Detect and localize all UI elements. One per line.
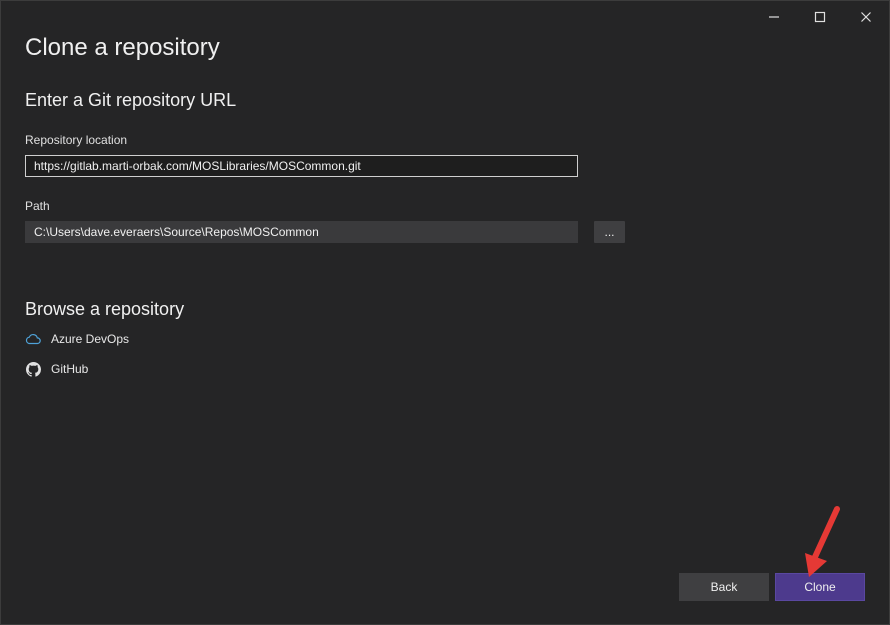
caption-buttons (751, 1, 889, 33)
provider-label: Azure DevOps (51, 332, 130, 346)
provider-github[interactable]: GitHub (25, 361, 88, 377)
minimize-button[interactable] (751, 1, 797, 33)
dialog-title: Clone a repository (25, 34, 220, 61)
back-button[interactable]: Back (679, 573, 769, 601)
github-icon (25, 361, 41, 377)
path-input[interactable] (25, 221, 578, 243)
cloud-icon (25, 331, 41, 347)
browse-section-heading: Browse a repository (25, 299, 185, 319)
provider-label: GitHub (51, 362, 89, 376)
close-button[interactable] (843, 1, 889, 33)
path-label: Path (25, 199, 50, 213)
clone-repository-dialog: Clone a repository Enter a Git repositor… (0, 0, 890, 625)
minimize-icon (769, 16, 779, 18)
provider-azure-devops[interactable]: Azure DevOps (25, 331, 129, 347)
repository-location-label: Repository location (25, 133, 128, 147)
browse-path-button[interactable]: ... (594, 221, 625, 243)
url-section-heading: Enter a Git repository URL (25, 90, 237, 110)
maximize-icon (814, 11, 826, 23)
close-icon (861, 12, 871, 22)
annotation-arrow-icon (805, 506, 840, 577)
repository-location-input[interactable] (25, 155, 578, 177)
maximize-button[interactable] (797, 1, 843, 33)
